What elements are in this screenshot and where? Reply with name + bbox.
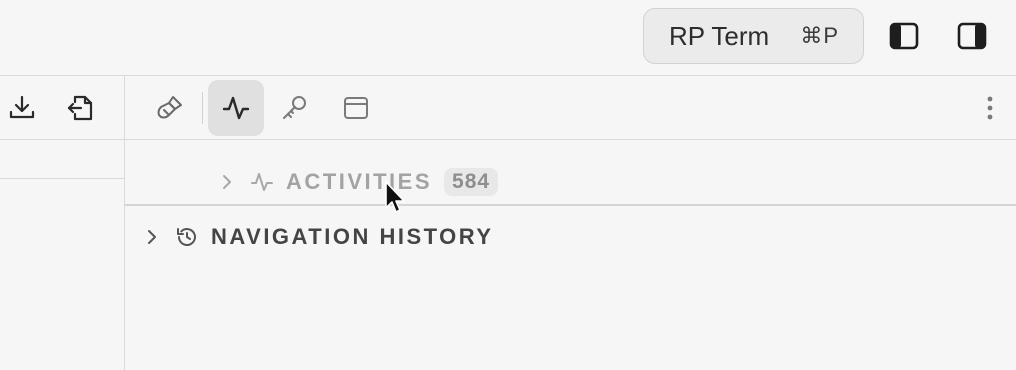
window-icon	[344, 97, 368, 119]
import-file-icon[interactable]	[62, 90, 98, 126]
tool-brush[interactable]	[142, 80, 198, 136]
left-toolbar	[0, 76, 124, 140]
download-icon[interactable]	[4, 90, 40, 126]
toggle-right-sidebar-icon[interactable]	[956, 20, 988, 52]
main-toolbar	[125, 76, 1016, 140]
chevron-right-icon	[148, 230, 156, 244]
activity-icon	[222, 96, 250, 120]
toolbar-divider	[202, 92, 203, 124]
activities-count-badge: 584	[444, 168, 499, 196]
history-icon	[177, 228, 196, 246]
activities-label: ACTIVITIES	[286, 169, 433, 194]
section-divider	[125, 204, 1016, 206]
rp-term-button[interactable]: RP Term ⌘P	[643, 8, 864, 64]
rp-term-shortcut: ⌘P	[800, 23, 839, 48]
tool-window[interactable]	[328, 80, 384, 136]
mouse-cursor-icon	[385, 181, 405, 213]
tool-key[interactable]	[267, 80, 323, 136]
activity-icon	[251, 173, 273, 191]
brush-icon	[157, 96, 182, 119]
left-pane	[0, 76, 125, 370]
toggle-left-sidebar-icon[interactable]	[888, 20, 920, 52]
more-vertical-icon[interactable]	[978, 92, 1002, 124]
chevron-right-icon	[223, 175, 231, 189]
title-bar: RP Term ⌘P	[0, 0, 1016, 76]
navigation-history-section-header[interactable]: NAVIGATION HISTORY	[143, 224, 494, 250]
navigation-history-label: NAVIGATION HISTORY	[211, 224, 494, 249]
activities-section-header[interactable]: ACTIVITIES 584	[218, 168, 499, 196]
tool-activity[interactable]	[208, 80, 264, 136]
left-divider	[0, 178, 124, 179]
key-icon	[283, 96, 306, 119]
rp-term-label: RP Term	[669, 20, 770, 51]
